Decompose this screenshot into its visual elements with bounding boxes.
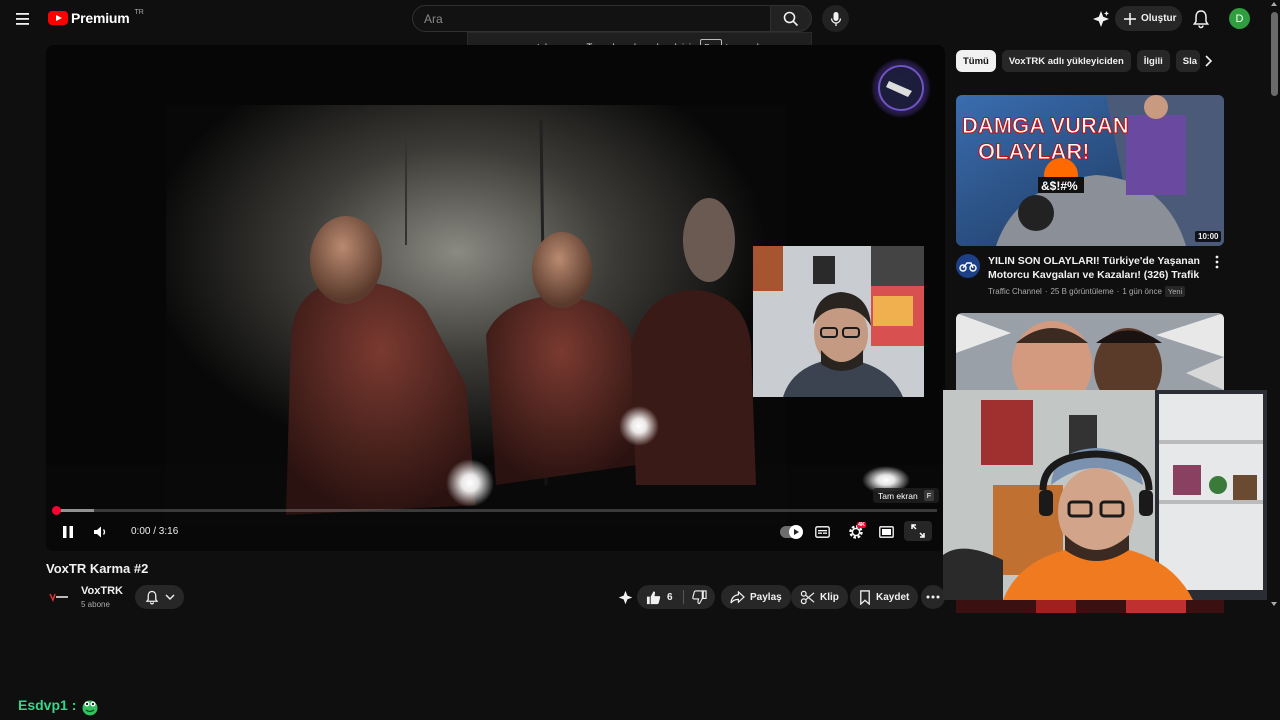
microphone-icon xyxy=(830,11,841,26)
chat-username: Esdvp1 : xyxy=(18,697,76,713)
meta-separator: · xyxy=(1116,287,1120,296)
subtitles-icon[interactable] xyxy=(815,526,830,538)
subscription-notifications-button[interactable] xyxy=(135,585,184,609)
streamer-webcam-inset xyxy=(753,246,924,397)
tooltip-label: Tam ekran xyxy=(878,490,918,501)
recommended-video-thumbnail[interactable]: DAMGA VURAN OLAYLAR! &$!#% xyxy=(956,95,1224,246)
quality-badge: 4K xyxy=(857,522,867,528)
ask-ai-icon[interactable] xyxy=(1091,9,1111,29)
like-count: 6 xyxy=(667,591,673,603)
recommended-video-title[interactable]: YILIN SON OLAYLARI! Türkiye'de Yaşanan M… xyxy=(988,254,1210,282)
play-icon xyxy=(794,529,799,535)
recommended-video-thumbnail[interactable] xyxy=(956,600,1224,613)
thumbnail-text-line1: DAMGA VURAN xyxy=(962,113,1129,138)
save-label: Kaydet xyxy=(876,591,910,603)
dislike-button[interactable] xyxy=(684,585,715,609)
fullscreen-tooltip: Tam ekran F xyxy=(873,488,940,503)
thumbnail-image xyxy=(956,600,1224,613)
new-badge: Yeni xyxy=(1164,286,1186,297)
chip-from-uploader[interactable]: VoxTRK adlı yükleyiciden xyxy=(1001,50,1131,72)
like-dislike-group: 6 xyxy=(637,585,715,609)
thumbs-down-icon xyxy=(692,589,707,604)
thumbnail-text-line3: &$!#% xyxy=(1041,179,1078,193)
ask-ai-icon[interactable] xyxy=(617,589,634,606)
view-count: 25 B görüntüleme xyxy=(1050,287,1114,296)
chip-all[interactable]: Tümü xyxy=(956,50,996,72)
recommended-video-thumbnail[interactable] xyxy=(956,313,1224,390)
autoplay-knob xyxy=(789,525,803,539)
thumbnail-image: DAMGA VURAN OLAYLAR! &$!#% xyxy=(956,95,1224,246)
scroll-down-arrow[interactable] xyxy=(1271,602,1277,606)
search-box[interactable] xyxy=(412,5,770,32)
theater-mode-icon[interactable] xyxy=(879,526,894,538)
video-player[interactable]: Tam ekran F 0:00 / 3:16 4K xyxy=(46,45,945,551)
channel-name[interactable]: Traffic Channel xyxy=(988,287,1042,296)
create-button[interactable]: Oluştur xyxy=(1115,6,1182,31)
chevron-down-icon xyxy=(165,594,174,600)
scissors-icon xyxy=(800,590,815,604)
like-button[interactable]: 6 xyxy=(637,585,683,609)
progress-scrubber[interactable] xyxy=(51,506,61,515)
filter-chips: Tümü VoxTRK adlı yükleyiciden İlgili Sla xyxy=(956,50,1200,72)
video-title: VoxTR Karma #2 xyxy=(46,561,149,576)
volume-icon[interactable] xyxy=(93,525,109,539)
progress-bar[interactable] xyxy=(51,506,937,515)
youtube-premium-logo[interactable]: Premium TR xyxy=(48,8,144,26)
share-button[interactable]: Paylaş xyxy=(721,585,791,609)
notifications-bell-icon[interactable] xyxy=(1192,9,1210,29)
clip-label: Klip xyxy=(820,591,839,603)
share-arrow-icon xyxy=(730,590,745,604)
recommended-video-meta: Traffic Channel · 25 B görüntüleme · 1 g… xyxy=(988,286,1186,297)
bell-icon xyxy=(145,590,158,604)
pause-icon[interactable] xyxy=(62,525,74,539)
logo-text: Premium xyxy=(71,10,130,26)
plus-icon xyxy=(1124,12,1136,25)
country-code: TR xyxy=(134,8,144,16)
chip-related[interactable]: İlgili xyxy=(1136,50,1170,72)
save-button[interactable]: Kaydet xyxy=(850,585,919,609)
chat-separator: : xyxy=(71,697,77,713)
more-horizontal-icon xyxy=(926,595,940,599)
scroll-up-arrow[interactable] xyxy=(1271,2,1277,6)
streamer-webcam-overlay xyxy=(943,390,1267,600)
exit-fullscreen-button[interactable] xyxy=(904,521,932,541)
channel-name[interactable]: VoxTRK xyxy=(81,585,123,597)
upload-age: 1 gün önce xyxy=(1122,287,1162,296)
scrollbar-thumb[interactable] xyxy=(1271,12,1278,96)
tooltip-key: F xyxy=(923,490,935,501)
fullscreen-icon xyxy=(911,524,925,538)
search-input[interactable] xyxy=(413,6,770,31)
search-button[interactable] xyxy=(770,5,812,32)
autoplay-toggle[interactable] xyxy=(780,525,803,539)
channel-avatar[interactable] xyxy=(956,254,980,278)
user-avatar[interactable]: D xyxy=(1229,8,1250,29)
video-duration: 10:00 xyxy=(1195,231,1222,242)
thumbs-up-icon xyxy=(646,590,661,604)
clip-button[interactable]: Klip xyxy=(791,585,848,609)
bookmark-icon xyxy=(860,589,870,605)
more-actions-button[interactable] xyxy=(921,585,945,609)
frog-emote-icon xyxy=(81,698,99,716)
create-label: Oluştur xyxy=(1141,13,1177,24)
voice-search-button[interactable] xyxy=(822,5,849,32)
chevron-right-icon[interactable] xyxy=(1200,53,1216,69)
chat-username-text: Esdvp1 xyxy=(18,697,68,713)
thumbnail-image xyxy=(956,313,1224,390)
time-display: 0:00 / 3:16 xyxy=(131,526,179,537)
motorcycle-icon xyxy=(959,262,977,272)
menu-icon[interactable] xyxy=(14,9,36,29)
channel-avatar[interactable] xyxy=(48,587,70,607)
chip-partial[interactable]: Sla xyxy=(1175,50,1200,72)
more-vertical-icon[interactable] xyxy=(1213,255,1221,269)
subscriber-count: 5 abone xyxy=(81,600,110,609)
meta-separator: · xyxy=(1044,287,1048,296)
share-label: Paylaş xyxy=(750,591,782,603)
youtube-play-icon xyxy=(48,11,68,25)
thumbnail-text-line2: OLAYLAR! xyxy=(978,139,1090,164)
search-icon xyxy=(783,11,799,26)
